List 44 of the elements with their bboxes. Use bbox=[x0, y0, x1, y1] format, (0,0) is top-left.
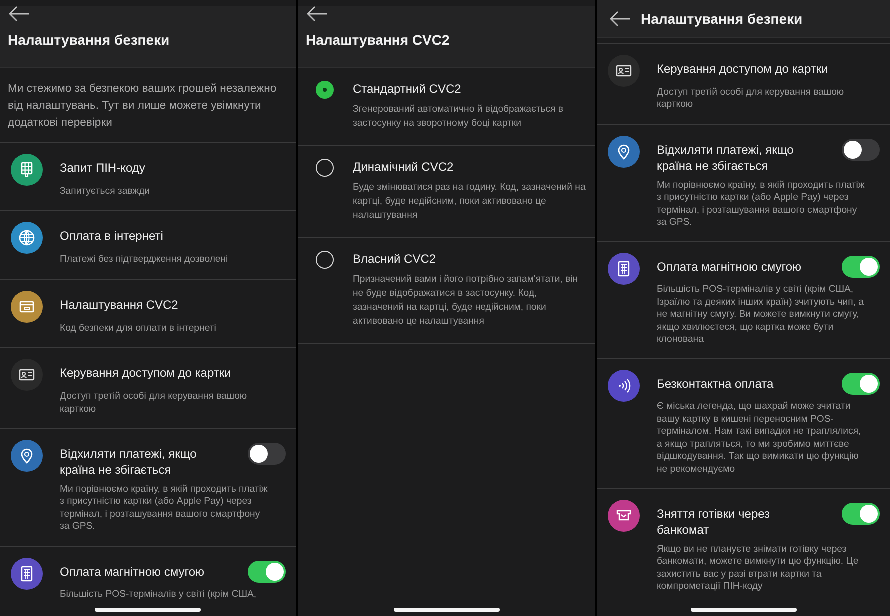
setting-description: Більшість POS-терміналів у світі (крім США, Ізраїлю та деяких інших країн) зчитують чип, а не магнітну смугу. Ви можете вимкнути смугу, якщо хвилюєтеся, що картка може бути клонована bbox=[657, 284, 865, 346]
setting-title: Відхиляти платежі, якщо країна не збігається bbox=[60, 446, 198, 478]
setting-description: Більшість POS-терміналів у світі (крім США, bbox=[60, 588, 258, 602]
setting-title: Оплата магнітною смугою bbox=[657, 259, 802, 276]
setting-description: Якщо ви не плануєте знімати готівку через банкомати, можете вимкнути цю функцію. Це захистить вас у разі втрати картки та компрометації ПІН-коду bbox=[657, 544, 860, 594]
option-title: Власний CVC2 bbox=[353, 251, 438, 267]
setting-description: Доступ третій особі для керування вашою карткою bbox=[657, 87, 846, 112]
setting-description: Ми порівнюємо країну, в якій проходить платіж з присутністю картки (або Apple Pay) через термінал, і розташування вашого смартфону за GPS. bbox=[657, 180, 866, 230]
back-button[interactable] bbox=[609, 10, 631, 26]
back-button[interactable] bbox=[8, 6, 30, 22]
radio-button[interactable] bbox=[316, 159, 334, 177]
screen-title: Налаштування безпеки bbox=[8, 32, 171, 48]
radio-button[interactable] bbox=[316, 81, 334, 99]
screen-title: Налаштування CVC2 bbox=[306, 32, 451, 48]
back-button[interactable] bbox=[306, 6, 328, 22]
setting-title: Налаштування CVC2 bbox=[60, 296, 178, 313]
setting-title: Безконтактна оплата bbox=[657, 376, 774, 392]
setting-title: Керування доступом до картки bbox=[657, 61, 828, 77]
setting-title: Зняття готівки через банкомат bbox=[657, 506, 772, 538]
setting-description: Ми порівнюємо країну, в якій проходить платіж з присутністю картки (або Apple Pay) через термінал, і розташування вашого смартфону за GPS. bbox=[60, 484, 269, 534]
setting-description: Є міська легенда, що шахрай може зчитати вашу картку в кишені переносним POS-терміналом. Нам такі випадки не траплялися, а якщо трапляться, то ми зробимо миттєве відшкодування. Так що вимикати цю функцію не рекомендуємо bbox=[657, 401, 862, 476]
setting-title: Керування доступом до картки bbox=[60, 365, 232, 382]
toggle-switch[interactable] bbox=[842, 138, 880, 161]
setting-title: Відхиляти платежі, якщо країна не збігається bbox=[657, 142, 795, 174]
setting-description: Код безпеки для оплати в інтернеті bbox=[60, 322, 218, 336]
setting-title: Оплата магнітною смугою bbox=[60, 564, 205, 580]
option-description: Призначений вами і його потрібно запам'ятати, він не буде відображатися в застосунку. Код, зазначений на картці, буде недійсним, поки активовано це налаштування bbox=[353, 273, 580, 329]
option-title: Динамічний CVC2 bbox=[353, 159, 455, 175]
setting-description: Доступ третій особі для керування вашою карткою bbox=[60, 391, 248, 416]
option-description: Буде змінюватися раз на годину. Код, зазначений на картці, буде недійсним, поки активовано це налаштування bbox=[353, 181, 587, 223]
setting-title: Оплата в інтернеті bbox=[60, 228, 164, 244]
option-description: Згенерований автоматично й відображається в застосунку на зворотному боці картки bbox=[353, 103, 564, 131]
toggle-switch[interactable] bbox=[842, 502, 880, 525]
radio-button[interactable] bbox=[316, 251, 334, 269]
setting-description: Платежі без підтвердження дозволені bbox=[60, 254, 230, 267]
screen-title: Налаштування безпеки bbox=[641, 10, 803, 26]
intro-text: Ми стежимо за безпекою ваших грошей незалежно від налаштувань. Тут ви лише можете увімкнути додаткові перевірки bbox=[7, 82, 278, 131]
toggle-switch[interactable] bbox=[248, 443, 286, 466]
setting-title: Запит ПІН-коду bbox=[60, 160, 146, 176]
toggle-switch[interactable] bbox=[842, 256, 880, 278]
option-title: Стандартний CVC2 bbox=[353, 81, 462, 97]
toggle-switch[interactable] bbox=[842, 373, 880, 396]
toggle-switch[interactable] bbox=[248, 560, 286, 583]
setting-description: Запитується завжди bbox=[60, 186, 152, 198]
